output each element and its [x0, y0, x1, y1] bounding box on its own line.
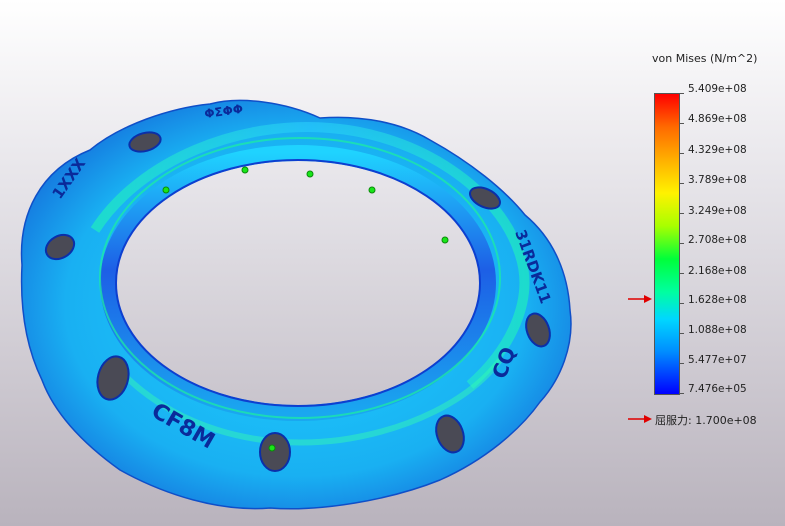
tick-mark — [679, 333, 684, 334]
yield-legend-arrow-icon — [628, 415, 652, 423]
tick-mark — [679, 363, 684, 364]
tick-mark — [679, 213, 684, 214]
flange-model: CF8M CQ 31RDK11 ΦΣΦΦ 1XXX — [20, 99, 572, 510]
tick-label: 1.628e+08 — [688, 294, 747, 306]
tick-label: 2.708e+08 — [688, 234, 747, 246]
tick-label: 4.869e+08 — [688, 113, 747, 125]
tick-mark — [679, 243, 684, 244]
tick-label: 2.168e+08 — [688, 265, 747, 277]
tick-mark — [679, 183, 684, 184]
tick-label: 4.329e+08 — [688, 144, 747, 156]
yield-strength-label: 屈服力: 1.700e+08 — [655, 414, 757, 427]
tick-mark — [679, 153, 684, 154]
fixture-marker — [162, 186, 170, 194]
legend-title: von Mises (N/m^2) — [652, 52, 758, 65]
fixture-marker — [241, 166, 249, 174]
tick-mark — [679, 303, 684, 304]
tick-label: 5.477e+07 — [688, 354, 747, 366]
tick-mark — [679, 123, 684, 124]
tick-mark — [679, 93, 684, 94]
fixture-marker — [306, 170, 314, 178]
tick-label: 7.476e+05 — [688, 383, 747, 395]
tick-label: 3.249e+08 — [688, 205, 747, 217]
tick-label: 5.409e+08 — [688, 83, 747, 95]
bolt-hole — [259, 432, 291, 472]
tick-label: 1.088e+08 — [688, 324, 747, 336]
fixture-marker — [268, 444, 276, 452]
tick-label: 3.789e+08 — [688, 174, 747, 186]
yield-marker-arrow — [628, 295, 652, 303]
fixture-marker — [368, 186, 376, 194]
color-scale-bar — [654, 93, 680, 395]
fixture-marker — [441, 236, 449, 244]
tick-mark — [679, 393, 684, 394]
tick-mark — [679, 273, 684, 274]
